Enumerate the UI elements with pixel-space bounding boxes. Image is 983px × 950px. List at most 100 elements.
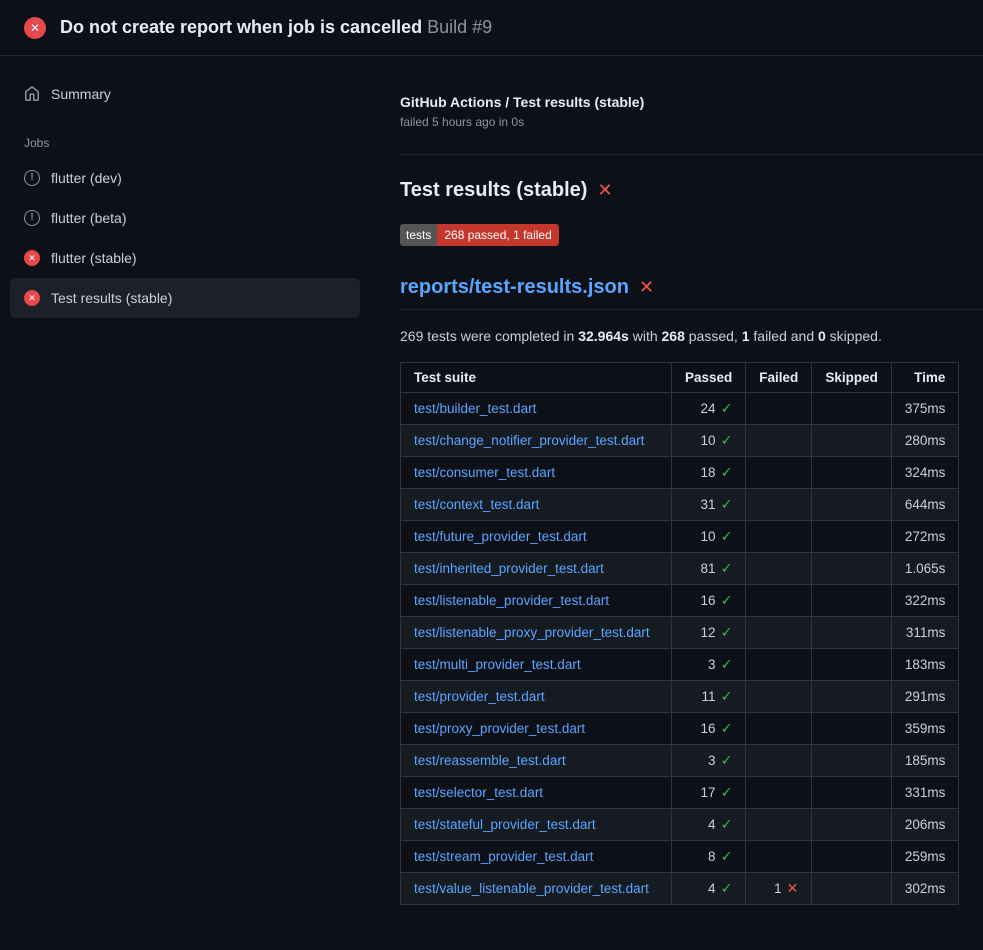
test-suite-link[interactable]: test/listenable_provider_test.dart bbox=[414, 593, 609, 608]
table-row: test/selector_test.dart 17✓ 331ms bbox=[401, 777, 959, 809]
build-number: Build #9 bbox=[427, 17, 492, 37]
report-file-link[interactable]: reports/test-results.json bbox=[400, 276, 629, 299]
test-suite-cell: test/listenable_provider_test.dart bbox=[401, 585, 672, 617]
test-suite-link[interactable]: test/listenable_proxy_provider_test.dart bbox=[414, 625, 650, 640]
test-suite-link[interactable]: test/stateful_provider_test.dart bbox=[414, 817, 596, 832]
stat-value: 16 bbox=[701, 593, 716, 608]
check-title-row: Test results (stable) ✕ bbox=[400, 179, 983, 202]
cross-icon: ✕ bbox=[28, 254, 36, 263]
test-suite-link[interactable]: test/future_provider_test.dart bbox=[414, 529, 587, 544]
failed-status-icon: ✕ bbox=[24, 250, 40, 266]
test-suite-link[interactable]: test/consumer_test.dart bbox=[414, 465, 555, 480]
skipped-cell bbox=[812, 841, 892, 873]
tests-badge: tests 268 passed, 1 failed bbox=[400, 224, 559, 246]
table-row: test/change_notifier_provider_test.dart 1… bbox=[401, 425, 959, 457]
failed-cell bbox=[746, 649, 812, 681]
test-suite-link[interactable]: test/selector_test.dart bbox=[414, 785, 543, 800]
skipped-cell bbox=[812, 457, 892, 489]
time-cell: 322ms bbox=[891, 585, 959, 617]
stat-value: 4 bbox=[708, 881, 716, 896]
stat-value: 3 bbox=[708, 657, 716, 672]
table-row: test/inherited_provider_test.dart81✓1.06… bbox=[401, 553, 959, 585]
jobs-list: ! flutter (dev) ! flutter (beta) ✕ flutt… bbox=[10, 158, 360, 318]
summary-duration: 32.964s bbox=[578, 328, 629, 344]
failed-cell bbox=[746, 809, 812, 841]
test-suite-link[interactable]: test/reassemble_test.dart bbox=[414, 753, 566, 768]
table-row: test/multi_provider_test.dart 3✓ 183ms bbox=[401, 649, 959, 681]
test-suite-link[interactable]: test/context_test.dart bbox=[414, 497, 539, 512]
time-cell: 331ms bbox=[891, 777, 959, 809]
check-icon: ✓ bbox=[721, 496, 733, 512]
test-suite-link[interactable]: test/stream_provider_test.dart bbox=[414, 849, 593, 864]
failed-cell bbox=[746, 553, 812, 585]
time-cell: 183ms bbox=[891, 649, 959, 681]
test-summary-line: 269 tests were completed in 32.964s with… bbox=[400, 328, 983, 344]
test-suite-link[interactable]: test/proxy_provider_test.dart bbox=[414, 721, 585, 736]
table-row: test/consumer_test.dart18✓324ms bbox=[401, 457, 959, 489]
test-suite-link[interactable]: test/builder_test.dart bbox=[414, 401, 536, 416]
skipped-cell bbox=[812, 617, 892, 649]
sidebar-item-flutter-beta[interactable]: ! flutter (beta) bbox=[10, 198, 360, 238]
test-suite-cell: test/multi_provider_test.dart bbox=[401, 649, 672, 681]
stat-value: 8 bbox=[708, 849, 716, 864]
sidebar-item-summary[interactable]: Summary bbox=[10, 76, 360, 112]
summary-skipped-count: 0 bbox=[818, 328, 826, 344]
check-icon: ✓ bbox=[721, 400, 733, 416]
test-suite-link[interactable]: test/provider_test.dart bbox=[414, 689, 545, 704]
check-icon: ✓ bbox=[721, 816, 733, 832]
failed-cell bbox=[746, 681, 812, 713]
check-icon: ✓ bbox=[721, 432, 733, 448]
passed-cell: 10✓ bbox=[672, 425, 746, 457]
summary-failed-count: 1 bbox=[742, 328, 750, 344]
passed-cell: 18✓ bbox=[672, 457, 746, 489]
skipped-cell bbox=[812, 553, 892, 585]
passed-cell: 81✓ bbox=[672, 553, 746, 585]
time-cell: 206ms bbox=[891, 809, 959, 841]
skipped-cell bbox=[812, 649, 892, 681]
badge-label: tests bbox=[400, 224, 437, 246]
time-cell: 644ms bbox=[891, 489, 959, 521]
job-label: flutter (stable) bbox=[51, 250, 137, 266]
sidebar-item-flutter-stable[interactable]: ✕ flutter (stable) bbox=[10, 238, 360, 278]
check-icon: ✓ bbox=[721, 688, 733, 704]
time-cell: 311ms bbox=[891, 617, 959, 649]
test-suite-cell: test/future_provider_test.dart bbox=[401, 521, 672, 553]
passed-cell: 3✓ bbox=[672, 649, 746, 681]
skipped-cell bbox=[812, 585, 892, 617]
passed-cell: 3✓ bbox=[672, 745, 746, 777]
table-row: test/stateful_provider_test.dart4✓206ms bbox=[401, 809, 959, 841]
test-suite-cell: test/change_notifier_provider_test.dart bbox=[401, 425, 672, 457]
summary-text: failed and bbox=[750, 328, 819, 344]
stat-value: 17 bbox=[701, 785, 716, 800]
test-suite-link[interactable]: test/multi_provider_test.dart bbox=[414, 657, 581, 672]
check-icon: ✓ bbox=[721, 752, 733, 768]
exclamation-icon: ! bbox=[30, 173, 33, 183]
test-suite-link[interactable]: test/value_listenable_provider_test.dart bbox=[414, 881, 649, 896]
time-cell: 272ms bbox=[891, 521, 959, 553]
test-suite-cell: test/stateful_provider_test.dart bbox=[401, 809, 672, 841]
job-label: flutter (dev) bbox=[51, 170, 122, 186]
sidebar-item-test-results-stable[interactable]: ✕ Test results (stable) bbox=[10, 278, 360, 318]
skipped-cell bbox=[812, 393, 892, 425]
sidebar: Summary Jobs ! flutter (dev) ! flutter (… bbox=[0, 56, 376, 318]
sidebar-summary-label: Summary bbox=[51, 86, 111, 102]
page-title-row: Do not create report when job is cancell… bbox=[60, 17, 492, 38]
passed-cell: 17✓ bbox=[672, 777, 746, 809]
results-table-body: test/builder_test.dart24✓375mstest/chang… bbox=[401, 393, 959, 905]
failed-status-icon: ✕ bbox=[24, 17, 46, 39]
table-header-row: Test suite Passed Failed Skipped Time bbox=[401, 363, 959, 393]
breadcrumb: GitHub Actions / Test results (stable) bbox=[400, 94, 983, 110]
sidebar-item-flutter-dev[interactable]: ! flutter (dev) bbox=[10, 158, 360, 198]
test-suite-link[interactable]: test/change_notifier_provider_test.dart bbox=[414, 433, 644, 448]
time-cell: 375ms bbox=[891, 393, 959, 425]
failed-cell bbox=[746, 745, 812, 777]
passed-cell: 12✓ bbox=[672, 617, 746, 649]
skipped-cell bbox=[812, 713, 892, 745]
results-table: Test suite Passed Failed Skipped Time te… bbox=[400, 362, 959, 905]
failed-cell bbox=[746, 489, 812, 521]
test-suite-link[interactable]: test/inherited_provider_test.dart bbox=[414, 561, 604, 576]
badge-value: 268 passed, 1 failed bbox=[437, 224, 558, 246]
failed-status-icon: ✕ bbox=[24, 290, 40, 306]
table-row: test/listenable_provider_test.dart16✓322… bbox=[401, 585, 959, 617]
cross-icon: ✕ bbox=[30, 22, 40, 34]
